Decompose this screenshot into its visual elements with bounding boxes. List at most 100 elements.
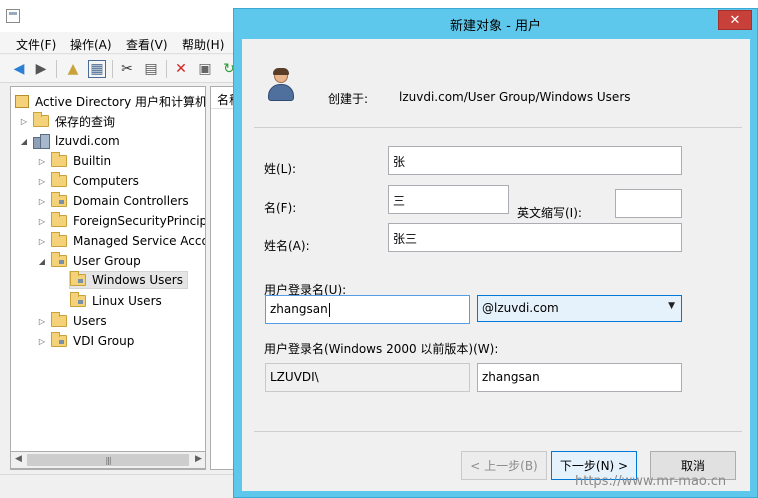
- chevron-down-icon: ▼: [668, 301, 675, 311]
- folder-icon: [51, 212, 67, 227]
- tree-item-computers[interactable]: ▷ Computers: [37, 172, 139, 190]
- expand-arrow-icon[interactable]: ▷: [37, 197, 47, 206]
- expand-arrow-icon[interactable]: ▷: [37, 217, 47, 226]
- forward-arrow-icon[interactable]: ▶: [32, 60, 50, 78]
- tree-item-label: Active Directory 用户和计算机: [35, 94, 206, 109]
- upn-domain-value: @lzuvdi.com: [482, 301, 559, 315]
- tree-item-domain-controllers[interactable]: ▷ Domain Controllers: [37, 192, 189, 210]
- last-name-label: 姓(L):: [264, 162, 297, 176]
- expand-arrow-icon[interactable]: ▷: [37, 237, 47, 246]
- tree-item-label: Users: [73, 314, 107, 328]
- tree-item-label: Windows Users: [92, 273, 183, 287]
- full-name-field[interactable]: 张三: [388, 223, 682, 252]
- pre2000-domain-field: LZUVDI\: [265, 363, 470, 392]
- properties-icon[interactable]: ▣: [196, 60, 214, 78]
- organizational-unit-icon: [51, 332, 67, 347]
- domain-icon: [33, 134, 50, 149]
- collapse-arrow-icon[interactable]: ◢: [19, 137, 29, 146]
- tree-item-label: User Group: [73, 254, 141, 268]
- tree-item-managed-service-accounts[interactable]: ▷ Managed Service Acco: [37, 232, 206, 250]
- cut-icon[interactable]: ✂: [118, 60, 136, 78]
- expand-arrow-icon[interactable]: ▷: [37, 317, 47, 326]
- text-caret: [328, 302, 330, 317]
- organizational-unit-icon: [51, 252, 67, 267]
- menu-file[interactable]: 文件(F): [16, 36, 56, 53]
- organizational-unit-icon: [70, 292, 86, 307]
- back-button[interactable]: < 上一步(B): [461, 451, 547, 480]
- up-folder-icon[interactable]: ▲: [64, 60, 82, 78]
- folder-icon: [51, 152, 67, 167]
- collapse-arrow-icon[interactable]: ◢: [37, 257, 47, 266]
- scrollbar-thumb[interactable]: |||: [27, 454, 189, 466]
- toolbar-separator: [112, 60, 113, 78]
- tree-item-saved-queries[interactable]: ▷ 保存的查询: [19, 112, 115, 130]
- new-user-dialog: 新建对象 - 用户 ✕ 创建于: lzuvdi.com/User Group/W…: [233, 8, 758, 498]
- full-name-label: 姓名(A):: [264, 239, 310, 253]
- scroll-left-arrow-icon[interactable]: ◀: [15, 454, 22, 464]
- delete-icon[interactable]: ✕: [172, 60, 190, 78]
- tree-item-label: Managed Service Acco: [73, 234, 206, 248]
- initials-label: 英文缩写(I):: [517, 206, 582, 220]
- pre2000-label: 用户登录名(Windows 2000 以前版本)(W):: [264, 342, 499, 356]
- toolbar-separator: [166, 60, 167, 78]
- create-in-label: 创建于:: [328, 92, 369, 106]
- tree-item-label: VDI Group: [73, 334, 135, 348]
- tree-item-label: Linux Users: [92, 294, 162, 308]
- create-in-path: lzuvdi.com/User Group/Windows Users: [399, 90, 631, 104]
- tree-item-label: Domain Controllers: [73, 194, 189, 208]
- folder-icon: [33, 112, 49, 127]
- folder-icon: [51, 172, 67, 187]
- back-arrow-icon[interactable]: ◀: [10, 60, 28, 78]
- menu-action[interactable]: 操作(A): [70, 36, 112, 53]
- dialog-body: 创建于: lzuvdi.com/User Group/Windows Users…: [242, 39, 750, 491]
- toolbar-separator: [56, 60, 57, 78]
- dialog-title: 新建对象 - 用户: [450, 19, 541, 34]
- first-name-label: 名(F):: [264, 201, 297, 215]
- dialog-titlebar[interactable]: 新建对象 - 用户 ✕: [234, 9, 757, 39]
- expand-arrow-icon[interactable]: ▷: [37, 157, 47, 166]
- clipboard-icon[interactable]: ▤: [142, 60, 160, 78]
- tree-horizontal-scrollbar[interactable]: ◀ ||| ▶: [10, 451, 206, 469]
- active-directory-icon: [15, 94, 29, 108]
- tree-item-label: lzuvdi.com: [55, 134, 120, 148]
- mmc-app-icon: [6, 9, 20, 23]
- scroll-right-arrow-icon[interactable]: ▶: [195, 454, 202, 464]
- details-pane[interactable]: 名称: [210, 86, 234, 470]
- tree-item-label: ForeignSecurityPrincipa: [73, 214, 206, 228]
- tree-item-label: Builtin: [73, 154, 112, 168]
- upn-value: zhangsan: [270, 302, 328, 316]
- expand-arrow-icon[interactable]: ▷: [37, 337, 47, 346]
- console-tree[interactable]: Active Directory 用户和计算机 ▷ 保存的查询 ◢ lzuvdi…: [10, 86, 206, 470]
- tree-item-users[interactable]: ▷ Users: [37, 312, 107, 330]
- tree-item-builtin[interactable]: ▷ Builtin: [37, 152, 111, 170]
- user-icon: [266, 68, 296, 105]
- column-header-name[interactable]: 名称: [211, 87, 233, 109]
- folder-icon: [51, 312, 67, 327]
- expand-arrow-icon[interactable]: ▷: [19, 117, 29, 126]
- watermark-text: https://www.mr-mao.cn: [575, 474, 727, 489]
- separator: [254, 127, 742, 128]
- tree-item-root[interactable]: Active Directory 用户和计算机: [15, 92, 206, 110]
- upn-domain-dropdown[interactable]: @lzuvdi.com ▼: [477, 295, 682, 322]
- close-button[interactable]: ✕: [718, 10, 752, 30]
- tree-item-windows-users[interactable]: Windows Users: [69, 271, 188, 289]
- tree-item-user-group[interactable]: ◢ User Group: [37, 252, 141, 270]
- menu-view[interactable]: 查看(V): [126, 36, 168, 53]
- menu-help[interactable]: 帮助(H): [182, 36, 224, 53]
- show-console-tree-icon[interactable]: ▦: [88, 60, 106, 78]
- initials-field[interactable]: [615, 189, 682, 218]
- tree-item-domain[interactable]: ◢ lzuvdi.com: [19, 132, 120, 150]
- tree-item-label: 保存的查询: [55, 114, 116, 129]
- folder-icon: [51, 232, 67, 247]
- organizational-unit-icon: [70, 271, 86, 286]
- separator: [254, 431, 742, 432]
- first-name-field[interactable]: 三: [388, 185, 509, 214]
- close-icon: ✕: [729, 12, 741, 28]
- expand-arrow-icon[interactable]: ▷: [37, 177, 47, 186]
- pre2000-logon-field[interactable]: zhangsan: [477, 363, 682, 392]
- tree-item-foreign-security-principals[interactable]: ▷ ForeignSecurityPrincipa: [37, 212, 206, 230]
- tree-item-linux-users[interactable]: Linux Users: [70, 292, 162, 310]
- last-name-field[interactable]: 张: [388, 146, 682, 175]
- tree-item-vdi-group[interactable]: ▷ VDI Group: [37, 332, 134, 350]
- upn-field[interactable]: zhangsan: [265, 295, 470, 324]
